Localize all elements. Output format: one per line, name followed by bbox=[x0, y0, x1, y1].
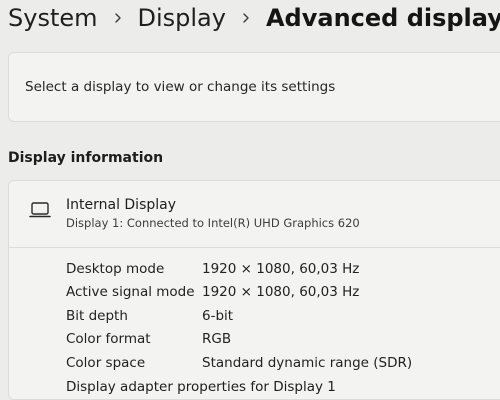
breadcrumb: System Display Advanced display bbox=[0, 0, 500, 36]
display-properties: Desktop mode 1920 × 1080, 60,03 Hz Activ… bbox=[66, 257, 500, 399]
property-row-active-signal-mode: Active signal mode 1920 × 1080, 60,03 Hz bbox=[66, 281, 500, 305]
display-header: Internal Display Display 1: Connected to… bbox=[9, 181, 500, 247]
section-title-display-information: Display information bbox=[8, 150, 164, 166]
breadcrumb-system[interactable]: System bbox=[8, 6, 98, 30]
property-label: Color space bbox=[66, 354, 146, 371]
property-row-color-space: Color space Standard dynamic range (SDR) bbox=[66, 351, 500, 375]
property-row-color-format: Color format RGB bbox=[66, 328, 500, 352]
chevron-right-icon bbox=[112, 8, 124, 28]
property-value: 1920 × 1080, 60,03 Hz bbox=[202, 284, 360, 301]
property-value: RGB bbox=[202, 331, 232, 348]
property-row-bit-depth: Bit depth 6-bit bbox=[66, 304, 500, 328]
breadcrumb-display[interactable]: Display bbox=[138, 6, 226, 30]
property-label: Bit depth bbox=[66, 307, 128, 324]
property-label: Active signal mode bbox=[66, 284, 195, 301]
divider bbox=[9, 247, 500, 248]
display-name: Internal Display bbox=[66, 197, 177, 213]
display-adapter-properties-link[interactable]: Display adapter properties for Display 1 bbox=[66, 375, 500, 399]
property-value: Standard dynamic range (SDR) bbox=[202, 354, 413, 371]
select-display-label: Select a display to view or change its s… bbox=[25, 79, 336, 95]
chevron-right-icon bbox=[240, 8, 252, 28]
breadcrumb-advanced-display: Advanced display bbox=[265, 4, 500, 32]
property-label: Desktop mode bbox=[66, 260, 165, 277]
laptop-icon bbox=[29, 201, 51, 219]
select-display-card[interactable]: Select a display to view or change its s… bbox=[8, 52, 500, 122]
property-row-desktop-mode: Desktop mode 1920 × 1080, 60,03 Hz bbox=[66, 257, 500, 281]
property-label: Color format bbox=[66, 331, 151, 348]
property-value: 6-bit bbox=[202, 307, 234, 324]
display-information-card: Internal Display Display 1: Connected to… bbox=[8, 180, 500, 400]
property-value: 1920 × 1080, 60,03 Hz bbox=[202, 260, 360, 277]
display-subtitle: Display 1: Connected to Intel(R) UHD Gra… bbox=[66, 216, 360, 230]
